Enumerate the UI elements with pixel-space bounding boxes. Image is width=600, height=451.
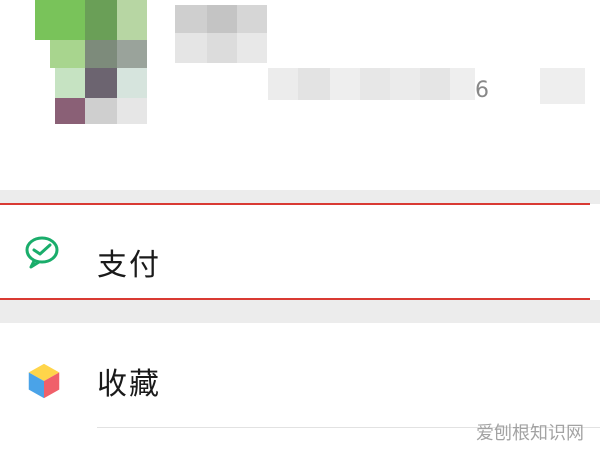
menu-item-label: 收藏 (97, 367, 161, 402)
section-divider (0, 300, 600, 323)
menu-item-label: 支付 (97, 248, 161, 283)
watermark: 爱刨根知识网 (476, 423, 584, 444)
section-divider (0, 190, 600, 204)
menu-item-pay[interactable]: 支付 (0, 204, 600, 300)
wechat-pay-icon (22, 232, 62, 276)
wechat-id-suffix: 6 (475, 78, 489, 103)
profile-header[interactable]: 6 (0, 0, 600, 190)
favorites-cube-icon (22, 359, 66, 407)
